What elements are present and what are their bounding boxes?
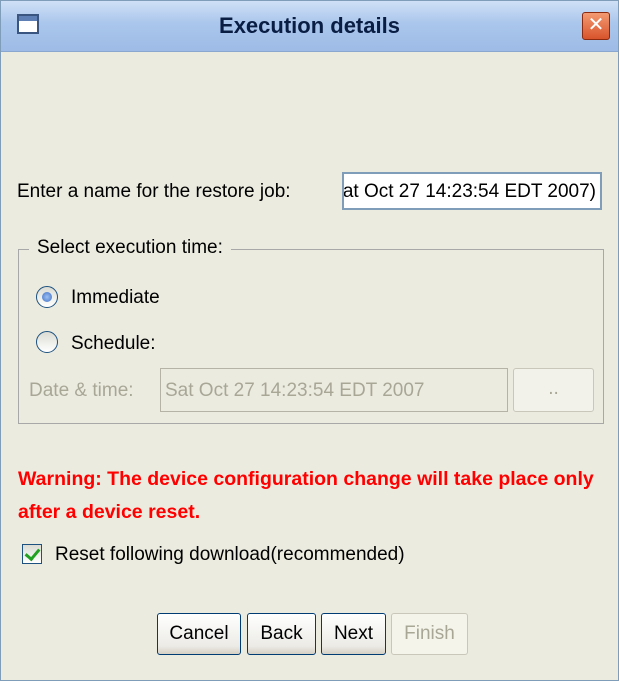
immediate-label[interactable]: Immediate <box>71 287 160 309</box>
job-name-input[interactable]: Sat Oct 27 14:23:54 EDT 2007) <box>342 172 602 210</box>
dialog-title: Execution details <box>219 13 400 38</box>
back-button[interactable]: Back <box>247 613 316 655</box>
reset-label[interactable]: Reset following download(recommended) <box>55 544 405 566</box>
job-name-value: Sat Oct 27 14:23:54 EDT 2007) <box>342 181 596 202</box>
schedule-radio[interactable] <box>36 331 58 353</box>
finish-button[interactable]: Finish <box>391 613 468 655</box>
datetime-picker-button[interactable]: .. <box>513 368 594 412</box>
schedule-label[interactable]: Schedule: <box>71 333 156 355</box>
execution-details-dialog: Execution details ✕ Enter a name for the… <box>0 0 619 681</box>
datetime-label: Date & time: <box>29 380 134 401</box>
job-name-label: Enter a name for the restore job: <box>17 181 291 202</box>
next-button[interactable]: Next <box>321 613 386 655</box>
title-bar[interactable]: Execution details ✕ <box>1 1 618 52</box>
reset-checkbox[interactable] <box>22 544 42 564</box>
datetime-value: Sat Oct 27 14:23:54 EDT 2007 <box>165 380 425 401</box>
close-button[interactable]: ✕ <box>582 12 610 40</box>
execution-time-legend: Select execution time: <box>29 237 231 259</box>
datetime-field[interactable]: Sat Oct 27 14:23:54 EDT 2007 <box>160 368 508 412</box>
immediate-radio[interactable] <box>36 286 58 308</box>
warning-message: Warning: The device configuration change… <box>18 468 594 523</box>
cancel-button[interactable]: Cancel <box>157 613 241 655</box>
